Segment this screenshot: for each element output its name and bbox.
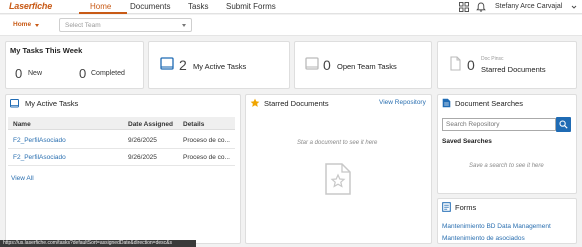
completed-label: Completed [91, 70, 125, 77]
active-tasks-stat-label: My Active Tasks [193, 62, 247, 71]
caret-down-icon[interactable] [35, 24, 39, 27]
view-repository-link[interactable]: View Repository [379, 99, 426, 106]
active-tasks-count: 2 [179, 57, 187, 73]
completed-count[interactable]: 0 [79, 66, 86, 81]
team-tasks-stat-label: Open Team Tasks [337, 62, 397, 71]
starred-docs-count: 0 [467, 57, 475, 73]
browser-status-bar: https://us.laserfiche.com/tasks?defaultS… [0, 240, 196, 247]
form-icon [442, 202, 451, 212]
starred-docs-sublabel: Doc Pinsc [481, 56, 504, 62]
tablet-icon [10, 99, 19, 108]
new-count[interactable]: 0 [15, 66, 22, 81]
column-header-date-assigned[interactable]: Date Assigned [128, 121, 173, 128]
active-tasks-panel-title: My Active Tasks [25, 99, 79, 108]
caret-down-icon [182, 24, 186, 27]
nav-active-indicator [79, 12, 127, 14]
saved-searches-empty-message: Save a search to see it here [469, 163, 544, 169]
form-link[interactable]: Mantenimiento BD Data Management [442, 223, 551, 230]
starred-docs-empty-message: Star a document to see it here [297, 140, 378, 146]
search-repository-input[interactable] [443, 119, 553, 130]
new-label: New [28, 70, 43, 77]
column-header-details[interactable]: Details [183, 121, 204, 128]
nav-documents[interactable]: Documents [130, 2, 170, 11]
apps-grid-icon[interactable] [459, 2, 469, 12]
starred-document-icon [325, 163, 351, 195]
form-link[interactable]: Mantenimiento de asociados [442, 235, 525, 242]
starred-docs-stat-label: Starred Documents [481, 65, 546, 74]
team-select-placeholder: Select Team [65, 22, 101, 29]
search-repository-field[interactable] [442, 118, 556, 131]
sub-toolbar: Home Select Team [0, 15, 582, 36]
forms-panel-title: Forms [455, 203, 477, 212]
task-date: 9/26/2025 [128, 137, 157, 144]
home-dropdown[interactable]: Home [13, 21, 31, 28]
task-details: Proceso de co... [183, 154, 230, 161]
user-name[interactable]: Stefany Arce Carvajal [495, 3, 562, 10]
column-header-name[interactable]: Name [13, 121, 31, 128]
search-button[interactable] [556, 117, 571, 132]
starred-docs-panel-title: Starred Documents [264, 99, 329, 108]
task-details: Proceso de co... [183, 137, 230, 144]
tablet-icon [160, 57, 174, 70]
status-url: https://us.laserfiche.com/tasks?defaultS… [3, 240, 172, 246]
row-divider [8, 165, 235, 166]
task-name-link[interactable]: F2_PerfilAsociado [13, 137, 66, 144]
nav-home[interactable]: Home [90, 2, 111, 11]
document-icon [450, 56, 461, 71]
search-icon [559, 120, 568, 129]
nav-submit-forms[interactable]: Submit Forms [226, 2, 276, 11]
document-icon [442, 98, 451, 108]
task-name-link[interactable]: F2_PerfilAsociado [13, 154, 66, 161]
task-date: 9/26/2025 [128, 154, 157, 161]
view-all-link[interactable]: View All [11, 175, 34, 182]
team-select[interactable]: Select Team [59, 18, 192, 32]
document-searches-panel-title: Document Searches [455, 99, 523, 108]
top-nav: Laserfiche Home Documents Tasks Submit F… [0, 0, 582, 14]
row-divider [8, 148, 235, 149]
tasks-this-week-title: My Tasks This Week [10, 46, 83, 55]
saved-searches-title: Saved Searches [442, 138, 492, 145]
logo[interactable]: Laserfiche [9, 1, 52, 11]
chevron-down-icon[interactable] [571, 4, 577, 10]
star-icon [250, 98, 260, 107]
tablet-icon [305, 57, 319, 70]
nav-tasks[interactable]: Tasks [188, 2, 208, 11]
bell-icon[interactable] [476, 2, 486, 12]
team-tasks-count: 0 [323, 57, 331, 73]
